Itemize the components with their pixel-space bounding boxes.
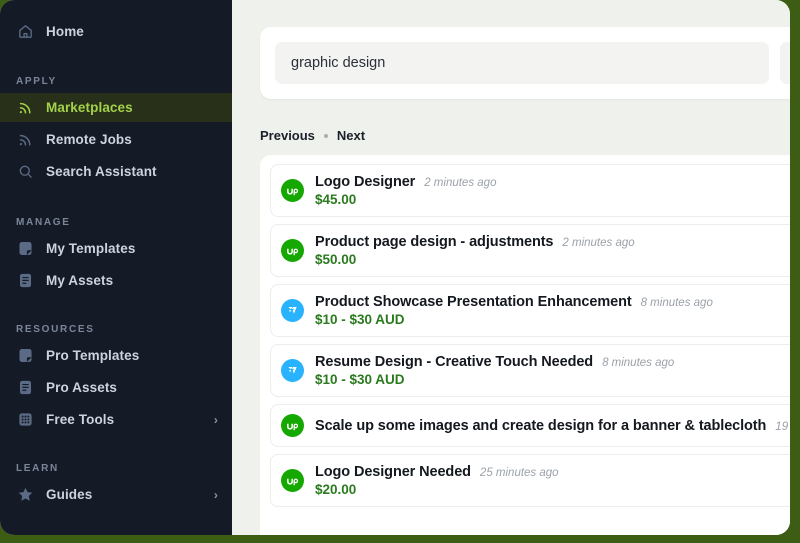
results-list: Logo Designer 2 minutes ago $45.00 Produ…	[260, 155, 790, 535]
job-timestamp: 2 minutes ago	[562, 237, 635, 249]
sidebar-item-label: Remote Jobs	[46, 132, 132, 147]
star-icon	[16, 486, 34, 504]
job-title: Product page design - adjustments	[315, 234, 554, 250]
sidebar-item-pro-assets[interactable]: Pro Assets	[0, 373, 232, 402]
pagination: Previous Next	[260, 128, 365, 143]
template-page-icon	[16, 347, 34, 365]
previous-button[interactable]: Previous	[260, 128, 315, 143]
job-title: Logo Designer Needed	[315, 464, 471, 480]
sidebar-item-label: Marketplaces	[46, 100, 133, 115]
sidebar-section-title: LEARN	[16, 463, 59, 474]
search-input[interactable]	[275, 42, 769, 84]
sidebar-item-label: My Assets	[46, 273, 114, 288]
document-lines-icon	[16, 272, 34, 290]
rss-signal-icon	[16, 99, 34, 117]
rss-signal-icon	[16, 131, 34, 149]
job-timestamp: 2 minutes ago	[424, 177, 497, 189]
sidebar-item-label: Free Tools	[46, 412, 115, 427]
sidebar-item-my-assets[interactable]: My Assets	[0, 266, 232, 295]
job-details: Product Showcase Presentation Enhancemen…	[315, 294, 790, 327]
job-price: $10 - $30 AUD	[315, 312, 405, 327]
sidebar-top-group: Home	[0, 17, 232, 46]
chevron-right-icon: ›	[213, 412, 218, 427]
job-details: Scale up some images and create design f…	[315, 418, 790, 434]
job-price: $20.00	[315, 482, 357, 497]
freelancer-logo-icon	[281, 359, 304, 382]
upwork-logo-icon	[281, 239, 304, 262]
job-details: Logo Designer Needed 25 minutes ago $20.…	[315, 464, 790, 497]
job-timestamp: 19 minutes	[775, 420, 790, 433]
job-timestamp: 25 minutes ago	[479, 467, 559, 479]
freelancer-logo-icon	[281, 299, 304, 322]
job-list-item[interactable]: Product page design - adjustments 2 minu…	[270, 224, 790, 277]
upwork-logo-icon	[281, 469, 304, 492]
job-list-item[interactable]: Logo Designer 2 minutes ago $45.00	[270, 164, 790, 217]
search-panel	[260, 27, 790, 99]
job-timestamp: 8 minutes ago	[640, 297, 713, 309]
upwork-logo-icon	[281, 179, 304, 202]
main-content: Previous Next Logo Designer 2 minutes ag…	[232, 0, 790, 535]
job-price: $50.00	[315, 252, 357, 267]
sidebar-sections: APPLY Marketplaces Remote Jobs Search As…	[0, 46, 232, 512]
app-window: Home APPLY Marketplaces Remote Jobs Sear…	[0, 0, 790, 535]
sidebar-item-label: Pro Templates	[46, 348, 140, 363]
job-list-item[interactable]: Resume Design - Creative Touch Needed 8 …	[270, 344, 790, 397]
sidebar-section-title: RESOURCES	[16, 324, 95, 335]
sidebar-item-pro-templates[interactable]: Pro Templates	[0, 341, 232, 370]
grid-icon	[16, 411, 34, 429]
document-lines-icon	[16, 379, 34, 397]
sidebar-item-search-assistant[interactable]: Search Assistant	[0, 157, 232, 186]
job-details: Resume Design - Creative Touch Needed 8 …	[315, 354, 790, 387]
job-list-item[interactable]: Scale up some images and create design f…	[270, 404, 790, 447]
job-title: Product Showcase Presentation Enhancemen…	[315, 294, 632, 310]
search-icon	[16, 163, 34, 181]
job-title: Resume Design - Creative Touch Needed	[315, 354, 594, 370]
sidebar-item-label: My Templates	[46, 241, 136, 256]
sidebar-item-home[interactable]: Home	[0, 17, 232, 46]
job-details: Product page design - adjustments 2 minu…	[315, 234, 790, 267]
job-price: $10 - $30 AUD	[315, 372, 405, 387]
job-timestamp: 8 minutes ago	[602, 357, 675, 369]
search-submit-button[interactable]	[780, 42, 790, 84]
job-title: Scale up some images and create design f…	[315, 417, 767, 434]
upwork-logo-icon	[281, 414, 304, 437]
next-button[interactable]: Next	[337, 128, 365, 143]
sidebar-item-guides[interactable]: Guides ›	[0, 480, 232, 509]
sidebar-item-my-templates[interactable]: My Templates	[0, 234, 232, 263]
sidebar-item-label: Search Assistant	[46, 164, 157, 179]
sidebar-item-label: Home	[46, 24, 84, 39]
sidebar-item-label: Guides	[46, 487, 93, 502]
job-list-item[interactable]: Product Showcase Presentation Enhancemen…	[270, 284, 790, 337]
home-icon	[16, 23, 34, 41]
sidebar-section-title: MANAGE	[16, 217, 71, 228]
chevron-right-icon: ›	[213, 487, 218, 502]
job-details: Logo Designer 2 minutes ago $45.00	[315, 174, 790, 207]
sidebar-section-title: APPLY	[16, 76, 57, 87]
sidebar-item-free-tools[interactable]: Free Tools ›	[0, 405, 232, 434]
job-list-item[interactable]: Logo Designer Needed 25 minutes ago $20.…	[270, 454, 790, 507]
sidebar: Home APPLY Marketplaces Remote Jobs Sear…	[0, 0, 232, 535]
pagination-separator-dot	[323, 133, 328, 138]
job-price: $45.00	[315, 192, 357, 207]
sidebar-item-label: Pro Assets	[46, 380, 118, 395]
job-title: Logo Designer	[315, 174, 416, 190]
sidebar-item-remote-jobs[interactable]: Remote Jobs	[0, 125, 232, 154]
sidebar-item-marketplaces[interactable]: Marketplaces	[0, 93, 232, 122]
template-page-icon	[16, 240, 34, 258]
